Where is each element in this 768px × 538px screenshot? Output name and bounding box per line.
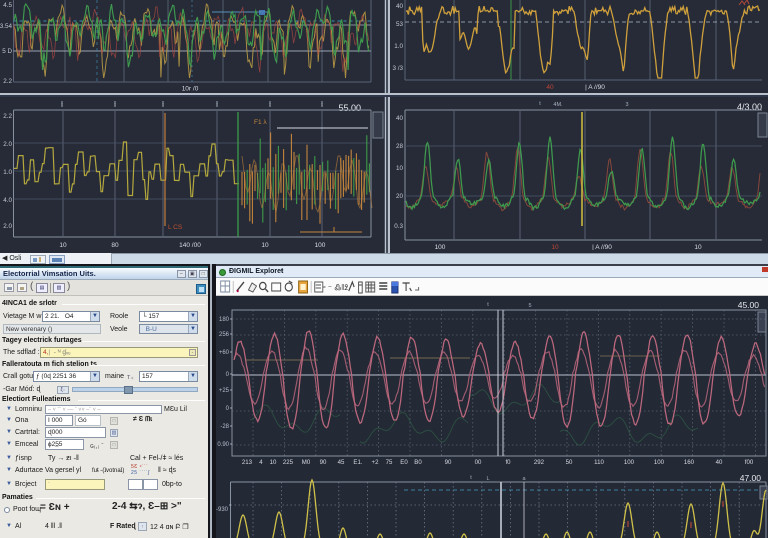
svg-text:4: 4 bbox=[259, 459, 263, 466]
svg-text:t: t bbox=[487, 302, 489, 308]
svg-text:| A //90: | A //90 bbox=[592, 244, 612, 250]
svg-text:5: 5 bbox=[528, 303, 531, 309]
svg-text:10: 10 bbox=[396, 165, 404, 172]
svg-text:20: 20 bbox=[396, 193, 404, 200]
svg-text:40: 40 bbox=[716, 459, 723, 466]
svg-text:E1.: E1. bbox=[353, 459, 362, 466]
svg-text:4.5: 4.5 bbox=[3, 2, 12, 9]
svg-text:f0: f0 bbox=[505, 459, 511, 466]
svg-text:45: 45 bbox=[338, 459, 345, 466]
svg-text:~: ~ bbox=[328, 284, 332, 291]
svg-text:t: t bbox=[470, 475, 472, 481]
svg-text:40: 40 bbox=[396, 3, 404, 10]
svg-text:10: 10 bbox=[270, 459, 277, 466]
svg-text:+2: +2 bbox=[372, 459, 380, 466]
svg-text:2.2: 2.2 bbox=[3, 78, 12, 85]
svg-text:45.00: 45.00 bbox=[738, 300, 760, 310]
svg-text:t: t bbox=[269, 102, 271, 108]
svg-text:0: 0 bbox=[226, 406, 230, 412]
svg-text:292: 292 bbox=[534, 459, 545, 466]
svg-text:t: t bbox=[162, 102, 164, 108]
svg-text:F1 λ: F1 λ bbox=[254, 119, 267, 126]
svg-text:40: 40 bbox=[546, 84, 554, 91]
svg-text:2.0: 2.0 bbox=[3, 223, 12, 230]
svg-text:L CS: L CS bbox=[168, 224, 183, 231]
svg-text:100: 100 bbox=[315, 242, 326, 249]
svg-text:-930: -930 bbox=[216, 507, 229, 513]
svg-text:2.2: 2.2 bbox=[3, 113, 12, 120]
svg-text:+60: +60 bbox=[219, 350, 230, 356]
svg-text:L: L bbox=[486, 476, 489, 482]
svg-text:t: t bbox=[321, 102, 323, 108]
svg-text:90: 90 bbox=[320, 459, 327, 466]
svg-text:3.54: 3.54 bbox=[0, 23, 12, 30]
svg-text:100: 100 bbox=[435, 244, 446, 250]
svg-text:90: 90 bbox=[445, 459, 452, 466]
svg-text:߷ǁ߶: ߷ǁ߶ bbox=[334, 283, 348, 292]
svg-text:3: 3 bbox=[625, 102, 628, 108]
svg-text:40: 40 bbox=[396, 115, 404, 122]
svg-text:B0: B0 bbox=[414, 459, 422, 466]
svg-text:53: 53 bbox=[396, 21, 404, 28]
svg-text:10: 10 bbox=[59, 242, 67, 249]
svg-text:10: 10 bbox=[551, 244, 559, 250]
svg-text:1.0: 1.0 bbox=[3, 169, 12, 176]
svg-text:213: 213 bbox=[242, 459, 253, 466]
svg-text:+25: +25 bbox=[219, 388, 230, 394]
svg-text:140 /00: 140 /00 bbox=[179, 242, 201, 249]
svg-text:4.0: 4.0 bbox=[3, 197, 12, 204]
svg-text:t: t bbox=[114, 102, 116, 108]
svg-text:a: a bbox=[522, 476, 526, 482]
svg-text:110: 110 bbox=[594, 459, 604, 466]
svg-text:-28: -28 bbox=[220, 424, 229, 430]
svg-text:00: 00 bbox=[475, 459, 482, 466]
svg-text:55.00: 55.00 bbox=[338, 103, 361, 113]
svg-text:100: 100 bbox=[624, 459, 635, 466]
svg-text:225: 225 bbox=[283, 459, 294, 466]
svg-text:80: 80 bbox=[111, 242, 119, 249]
svg-text:0: 0 bbox=[226, 372, 230, 378]
svg-text:10: 10 bbox=[694, 244, 702, 250]
svg-text:5 D: 5 D bbox=[2, 48, 12, 55]
svg-text:f00: f00 bbox=[745, 459, 754, 466]
svg-text:28: 28 bbox=[396, 143, 404, 150]
svg-text:1.0: 1.0 bbox=[394, 43, 403, 50]
svg-text:75: 75 bbox=[386, 459, 393, 466]
svg-text:3 /3: 3 /3 bbox=[392, 65, 403, 72]
svg-text:256: 256 bbox=[219, 332, 230, 338]
svg-text:160: 160 bbox=[684, 459, 695, 466]
svg-text:4M.: 4M. bbox=[553, 102, 563, 108]
svg-text:| A //90: | A //90 bbox=[585, 84, 605, 91]
svg-text:t: t bbox=[61, 102, 63, 108]
svg-text:0.3: 0.3 bbox=[394, 223, 403, 230]
svg-text:10: 10 bbox=[261, 242, 269, 249]
svg-text:t: t bbox=[539, 101, 541, 107]
svg-text:100: 100 bbox=[654, 459, 665, 466]
svg-text:50: 50 bbox=[566, 459, 573, 466]
svg-text:t: t bbox=[216, 102, 218, 108]
svg-text:E0: E0 bbox=[400, 459, 408, 466]
svg-text:2.0: 2.0 bbox=[3, 141, 12, 148]
svg-text:180: 180 bbox=[219, 317, 230, 323]
svg-text:M0: M0 bbox=[302, 459, 311, 466]
svg-text:10r /0: 10r /0 bbox=[182, 86, 199, 93]
svg-text:0.90: 0.90 bbox=[217, 442, 229, 448]
